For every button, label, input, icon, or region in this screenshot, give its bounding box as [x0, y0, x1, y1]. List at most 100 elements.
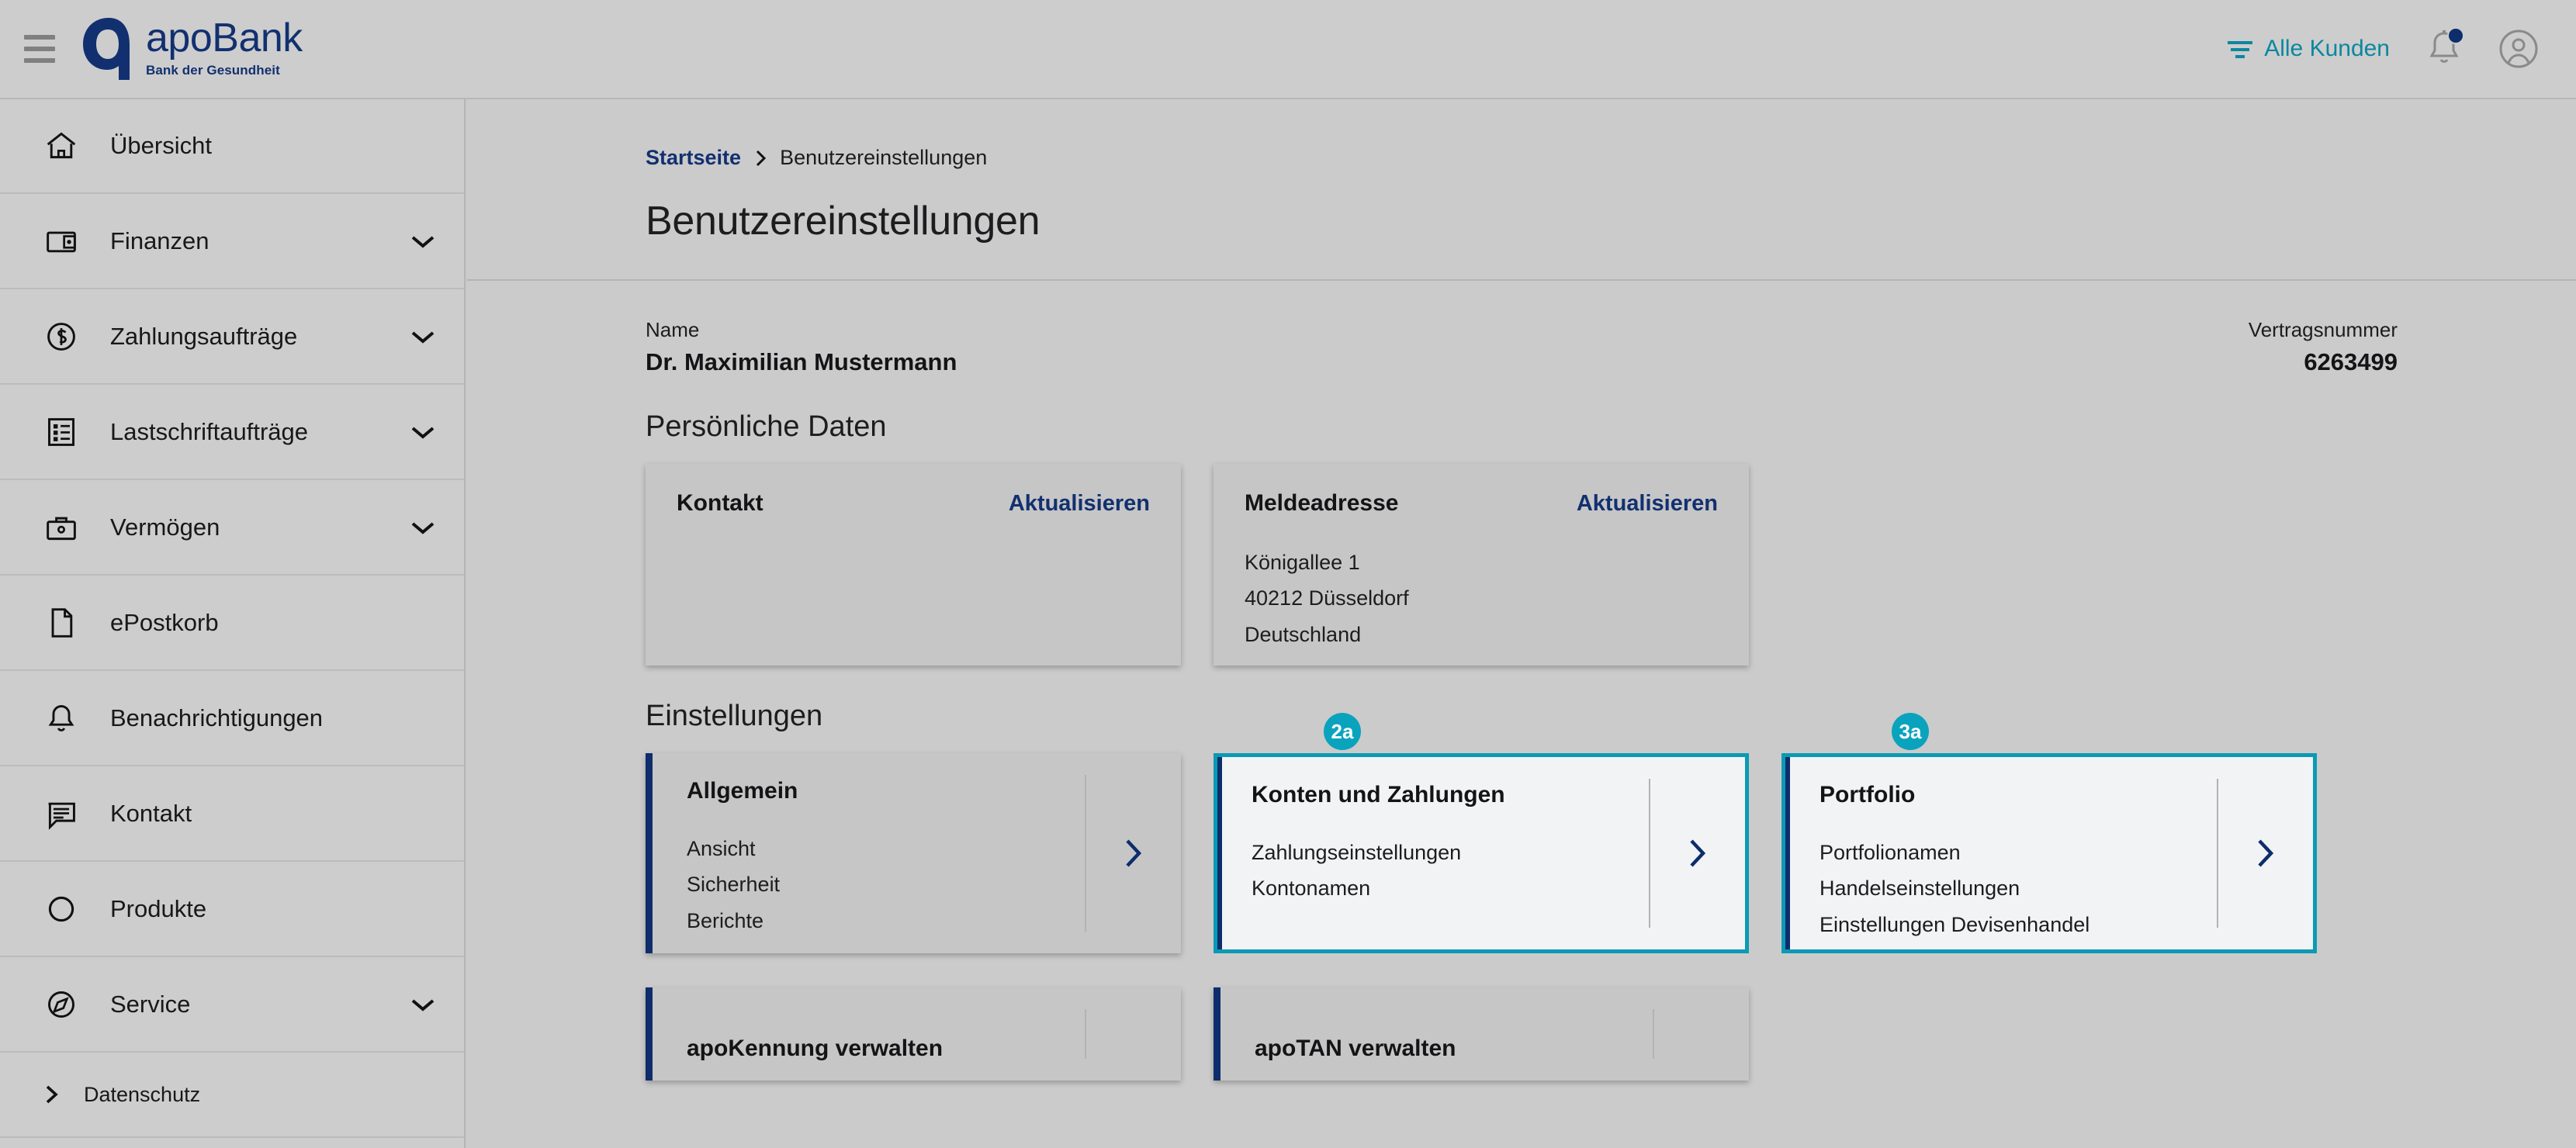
name-block: Name Dr. Maximilian Mustermann	[646, 318, 957, 376]
sidebar-item-uebersicht[interactable]: Übersicht	[0, 99, 464, 194]
settings-section-title: Einstellungen	[646, 700, 823, 732]
logo-name: apoBank	[146, 16, 303, 61]
sidebar-item-datenschutz[interactable]: Datenschutz	[0, 1053, 464, 1138]
settings-card-arrow[interactable]	[1085, 753, 1181, 953]
address-line: Deutschland	[1245, 622, 1362, 646]
main-content: Startseite Benutzereinstellungen Benutze…	[467, 99, 2576, 1148]
settings-card-wrapper-allgemein: Allgemein Ansicht Sicherheit Berichte	[646, 753, 1181, 953]
settings-card-list: Ansicht Sicherheit Berichte	[687, 831, 1085, 939]
card-accent-bar	[1785, 757, 1790, 949]
settings-card-title: Konten und Zahlungen	[1252, 782, 1505, 807]
user-account-icon[interactable]	[2498, 29, 2539, 69]
meldeadresse-card-title: Meldeadresse	[1245, 490, 1399, 516]
chevron-right-icon	[1690, 839, 1706, 867]
sidebar-item-label: Produkte	[110, 894, 207, 922]
sidebar-item-lastschriftauftraege[interactable]: Lastschriftaufträge	[0, 385, 464, 480]
settings-list-item[interactable]: Kontonamen	[1252, 870, 1649, 906]
sidebar-item-vermoegen[interactable]: Vermögen	[0, 480, 464, 576]
apotan-verwalten-card[interactable]: apoTAN verwalten	[1214, 987, 1749, 1081]
settings-card-list: Portfolionamen Handelseinstellungen Eins…	[1819, 835, 2217, 942]
kontakt-card-title: Kontakt	[677, 490, 763, 516]
bottom-cards: apoKennung verwalten apoTAN verwalten	[646, 987, 2398, 1081]
apokennung-verwalten-card[interactable]: apoKennung verwalten	[646, 987, 1181, 1081]
all-customers-button[interactable]: Alle Kunden	[2227, 36, 2390, 62]
meldeadresse-card-body: Königallee 1 40212 Düsseldorf Deutschlan…	[1245, 545, 1718, 652]
document-icon	[43, 605, 79, 641]
sidebar-item-label: Service	[110, 990, 191, 1018]
contract-block: Vertragsnummer 6263499	[2249, 318, 2398, 376]
chevron-down-icon[interactable]	[410, 328, 436, 345]
bottom-card-title: apoKennung verwalten	[687, 1036, 943, 1061]
briefcase-icon	[43, 510, 79, 545]
settings-card-portfolio[interactable]: Portfolio Portfolionamen Handelseinstell…	[1781, 753, 2317, 953]
settings-list-item[interactable]: Sicherheit	[687, 866, 1085, 902]
settings-list-item[interactable]: Ansicht	[687, 831, 1085, 866]
settings-card-body: Allgemein Ansicht Sicherheit Berichte	[653, 753, 1085, 953]
sidebar-item-epostkorb[interactable]: ePostkorb	[0, 576, 464, 671]
name-label: Name	[646, 318, 700, 341]
settings-card-arrow[interactable]	[2217, 757, 2313, 949]
bottom-card-arrow[interactable]	[1653, 987, 1749, 1081]
address-line: 40212 Düsseldorf	[1245, 586, 1409, 610]
settings-cards: Allgemein Ansicht Sicherheit Berichte 2a…	[646, 713, 2398, 953]
chevron-down-icon[interactable]	[410, 233, 436, 250]
page-title: Benutzereinstellungen	[646, 199, 1040, 244]
meldeadresse-update-link[interactable]: Aktualisieren	[1577, 491, 1718, 517]
name-value: Dr. Maximilian Mustermann	[646, 348, 957, 375]
settings-card-allgemein[interactable]: Allgemein Ansicht Sicherheit Berichte	[646, 753, 1181, 953]
dollar-circle-icon	[43, 319, 79, 354]
kontakt-update-link[interactable]: Aktualisieren	[1009, 491, 1150, 517]
settings-list-item[interactable]: Handelseinstellungen	[1819, 870, 2217, 906]
bell-icon	[43, 700, 79, 736]
settings-list-item[interactable]: Zahlungseinstellungen	[1252, 835, 1649, 870]
hamburger-bar	[24, 58, 55, 63]
chevron-right-icon	[2258, 839, 2274, 867]
bottom-card-body: apoKennung verwalten	[653, 987, 1085, 1081]
settings-list-item[interactable]: Einstellungen Devisenhandel	[1819, 907, 2217, 942]
step-badge-3a: 3a	[1892, 713, 1929, 750]
compass-icon	[43, 987, 79, 1022]
breadcrumb-home-link[interactable]: Startseite	[646, 146, 741, 170]
account-meta-row: Name Dr. Maximilian Mustermann Vertragsn…	[646, 318, 2398, 376]
contract-label: Vertragsnummer	[2248, 318, 2398, 341]
sidebar-item-label: Finanzen	[110, 226, 209, 254]
address-line: Königallee 1	[1245, 551, 1360, 574]
settings-list-item[interactable]: Portfolionamen	[1819, 835, 2217, 870]
sidebar-item-kontakt[interactable]: Kontakt	[0, 766, 464, 862]
meldeadresse-card-header: Meldeadresse Aktualisieren	[1245, 490, 1718, 517]
settings-card-title: Allgemein	[687, 778, 798, 804]
hamburger-bar	[24, 35, 55, 40]
apobank-logo-mark	[83, 18, 130, 80]
notifications-button[interactable]	[2425, 27, 2464, 69]
sidebar-item-produkte[interactable]: Produkte	[0, 862, 464, 957]
step-badge-2a: 2a	[1324, 713, 1361, 750]
settings-card-list: Zahlungseinstellungen Kontonamen	[1252, 835, 1649, 907]
sidebar-item-label: Vermögen	[110, 513, 220, 541]
sidebar-item-benachrichtigungen[interactable]: Benachrichtigungen	[0, 671, 464, 766]
sidebar-item-label: Kontakt	[110, 799, 192, 827]
breadcrumb-current: Benutzereinstellungen	[780, 146, 988, 169]
bottom-card-title: apoTAN verwalten	[1255, 1036, 1456, 1061]
settings-list-item[interactable]: Berichte	[687, 903, 1085, 939]
sidebar-item-label: Benachrichtigungen	[110, 704, 324, 731]
bottom-card-arrow[interactable]	[1085, 987, 1181, 1081]
sidebar-item-finanzen[interactable]: Finanzen	[0, 194, 464, 289]
settings-card-konten-und-zahlungen[interactable]: Konten und Zahlungen Zahlungseinstellung…	[1214, 753, 1749, 953]
settings-card-wrapper-portfolio: 3a Portfolio Portfolionamen Handelseinst…	[1781, 713, 2317, 953]
sidebar-item-label: Übersicht	[110, 132, 212, 159]
chevron-down-icon[interactable]	[410, 996, 436, 1013]
list-document-icon	[43, 414, 79, 450]
chevron-down-icon[interactable]	[410, 424, 436, 441]
sidebar-item-service[interactable]: Service	[0, 957, 464, 1053]
sidebar-item-zahlungsauftraege[interactable]: Zahlungsaufträge	[0, 289, 464, 385]
notification-badge-dot	[2447, 27, 2464, 44]
hamburger-menu-icon[interactable]	[17, 26, 62, 71]
content-area: Name Dr. Maximilian Mustermann Vertragsn…	[467, 281, 2576, 1081]
filter-icon	[2228, 41, 2253, 58]
top-header-bar: apoBank Bank der Gesundheit Alle Kunden	[0, 0, 2576, 99]
contract-value: 6263499	[2304, 348, 2398, 375]
apobank-logo[interactable]: apoBank Bank der Gesundheit	[81, 16, 303, 81]
chevron-down-icon[interactable]	[410, 519, 436, 536]
settings-card-arrow[interactable]	[1649, 757, 1745, 949]
sidebar-item-label: Lastschriftaufträge	[110, 417, 309, 445]
